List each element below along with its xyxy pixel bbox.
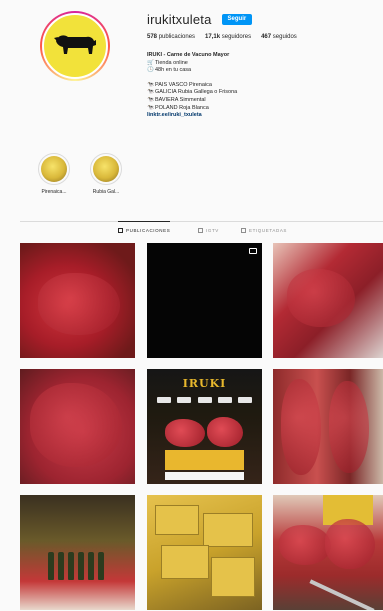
username: irukitxuleta — [147, 12, 212, 27]
meat-image — [279, 525, 331, 565]
highlight-ring[interactable] — [38, 153, 70, 185]
box-image — [161, 545, 209, 579]
poster-footer — [165, 472, 244, 480]
video-icon — [249, 248, 257, 254]
post-thumbnail[interactable] — [20, 369, 135, 484]
meat-image — [325, 519, 375, 569]
tag-icon — [241, 227, 246, 233]
post-thumbnail[interactable] — [20, 243, 135, 358]
bio-link[interactable]: linktr.ee/iruki_txuleta — [147, 112, 367, 120]
tab-etiquetadas[interactable]: ETIQUETADAS — [241, 221, 287, 239]
profile-bio: IRUKI - Carne de Vacuno Mayor 🛒Tienda on… — [147, 52, 367, 120]
post-thumbnail[interactable] — [147, 243, 262, 358]
cow-icon: 🐄 — [147, 96, 154, 103]
box-image — [203, 513, 253, 547]
post-thumbnail[interactable] — [273, 243, 383, 358]
bio-origin: 🐄BAVIERA Simmental — [147, 96, 206, 103]
box-image — [211, 557, 255, 597]
highlight-label: Rubia Gal... — [92, 189, 120, 195]
poster-title: IRUKI — [182, 377, 227, 390]
poster-banner — [165, 450, 244, 470]
cow-icon: 🐄 — [147, 89, 154, 96]
profile-header-row: irukitxuleta Seguir — [147, 12, 253, 27]
meat-image — [165, 419, 205, 447]
story-highlight[interactable]: Pirenaica... — [34, 153, 74, 195]
bio-line-delivery: 🕒48h en tu casa — [147, 67, 192, 74]
highlight-ring[interactable] — [90, 153, 122, 185]
bottle-image — [88, 552, 94, 580]
igtv-icon — [198, 227, 203, 233]
highlight-label: Pirenaica... — [41, 189, 67, 195]
bio-name: IRUKI - Carne de Vacuno Mayor — [147, 52, 230, 58]
stat-followers[interactable]: 17,1k seguidores — [205, 34, 251, 40]
profile-avatar[interactable] — [42, 13, 108, 79]
clock-icon: 🕒 — [147, 67, 154, 74]
meat-image — [281, 379, 321, 475]
meat-image — [38, 273, 120, 335]
stat-posts: 578 publicaciones — [147, 34, 196, 40]
poster-logos — [157, 397, 252, 403]
post-thumbnail[interactable] — [273, 369, 383, 484]
meat-image — [329, 381, 369, 473]
bottle-image — [68, 552, 74, 580]
profile-avatar-ring[interactable] — [40, 11, 110, 81]
box-image — [155, 505, 199, 535]
bottle-image — [58, 552, 64, 580]
bottle-image — [98, 552, 104, 580]
post-thumbnail[interactable] — [147, 495, 262, 610]
bottle-image — [78, 552, 84, 580]
tab-publicaciones[interactable]: PUBLICACIONES — [118, 221, 171, 239]
bottle-image — [48, 552, 54, 580]
bio-origin: 🐄GALICIA Rubia Gallega o Frisona — [147, 89, 238, 96]
profile-stats: 578 publicaciones 17,1k seguidores 467 s… — [147, 34, 297, 40]
cow-icon: 🐄 — [147, 104, 154, 111]
highlight-thumbnail[interactable] — [93, 156, 119, 182]
follow-button[interactable]: Seguir — [221, 14, 253, 25]
post-thumbnail[interactable] — [20, 495, 135, 610]
bull-logo-icon — [54, 35, 96, 54]
post-thumbnail[interactable] — [273, 495, 383, 610]
meat-image — [287, 269, 355, 327]
post-thumbnail[interactable]: IRUKI — [147, 369, 262, 484]
story-highlight[interactable]: Rubia Gal... — [86, 153, 126, 195]
highlight-thumbnail[interactable] — [41, 156, 67, 182]
tab-igtv[interactable]: IGTV — [198, 221, 219, 239]
meat-image — [30, 383, 122, 467]
knife-image — [309, 579, 375, 610]
meat-image — [207, 417, 243, 447]
bio-origin: 🐄POLAND Roja Blanca — [147, 104, 209, 111]
grid-icon — [118, 228, 123, 233]
profile-tabs: PUBLICACIONES IGTV ETIQUETADAS — [0, 221, 383, 239]
stat-following[interactable]: 467 seguidos — [261, 34, 297, 40]
